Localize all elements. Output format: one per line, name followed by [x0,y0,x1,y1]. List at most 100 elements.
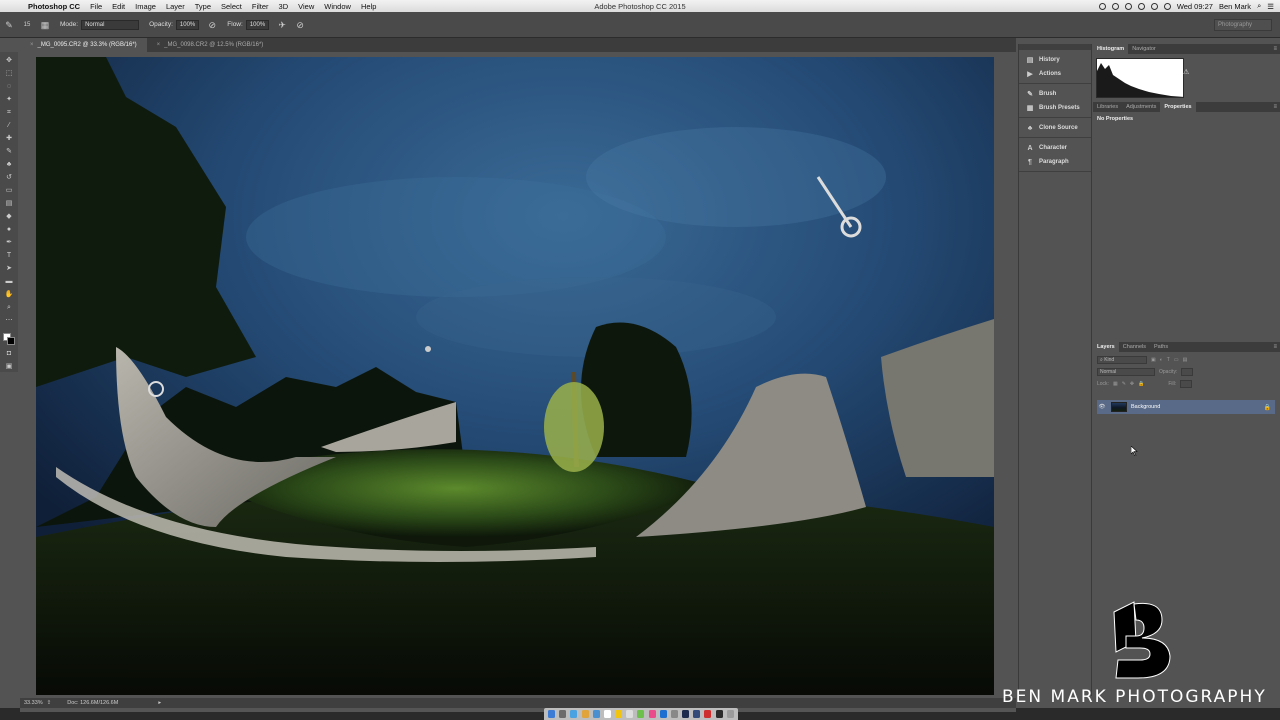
brush-panel-toggle-icon[interactable]: ▦ [39,19,51,31]
type-tool-icon[interactable]: T [4,251,14,260]
airbrush-icon[interactable]: ✈ [276,19,288,31]
blend-mode-select[interactable]: Normal [1097,368,1155,376]
document-image[interactable] [36,57,994,695]
brush-size-picker[interactable]: 15 [21,19,33,31]
appstore-icon[interactable] [659,710,667,718]
terminal-icon[interactable] [715,710,723,718]
layer-lock-icon[interactable]: 🔒 [1264,404,1271,411]
healing-tool-icon[interactable]: ✚ [4,134,14,143]
messages-icon[interactable] [637,710,645,718]
filter-adjust-icon[interactable]: ◐ [1160,357,1163,363]
close-icon[interactable]: × [157,42,161,48]
lock-position-icon[interactable]: ✥ [1130,381,1134,387]
document-size[interactable]: Doc: 126.6M/126.6M [67,700,118,706]
trash-icon[interactable] [726,710,734,718]
notification-icon[interactable]: ☰ [1267,2,1274,11]
acrobat-icon[interactable] [704,710,712,718]
finder-icon[interactable] [548,710,556,718]
layer-thumbnail[interactable] [1111,402,1127,412]
menu-view[interactable]: View [298,2,314,11]
menu-app-name[interactable]: Photoshop CC [28,2,80,11]
tab-navigator[interactable]: Navigator [1128,44,1160,54]
panel-button-character[interactable]: A Character [1019,141,1091,155]
move-tool-icon[interactable]: ✥ [4,56,14,65]
layer-row-background[interactable]: 👁 Background 🔒 [1097,400,1275,414]
battery-icon[interactable] [1163,2,1171,10]
photoshop-icon[interactable] [682,710,690,718]
tab-document-2[interactable]: × _MG_0098.CR2 @ 12.5% (RGB/16*) [147,38,274,52]
screen-mode-icon[interactable]: ▣ [4,362,14,371]
shape-tool-icon[interactable]: ▬ [4,277,14,286]
pen-tool-icon[interactable]: ✒ [4,238,14,247]
extra-tools-icon[interactable]: ⋯ [4,316,14,325]
menu-3d[interactable]: 3D [279,2,289,11]
sync-icon[interactable] [1111,2,1119,10]
layer-opacity-input[interactable] [1181,368,1194,376]
horizontal-scrollbar[interactable] [20,708,1016,712]
panel-menu-icon[interactable]: ≡ [1273,342,1277,352]
close-icon[interactable]: × [30,42,34,48]
panel-menu-icon[interactable]: ≡ [1273,44,1277,54]
panel-button-clone-source[interactable]: ♣ Clone Source [1019,121,1091,135]
visibility-eye-icon[interactable]: 👁 [1097,404,1107,410]
wifi-icon[interactable] [1137,2,1145,10]
menu-filter[interactable]: Filter [252,2,269,11]
status-menu-arrow-icon[interactable]: ▸ [158,700,161,706]
quick-mask-icon[interactable]: ◘ [4,349,14,358]
pressure-size-icon[interactable]: ⊘ [294,19,306,31]
eraser-tool-icon[interactable]: ▭ [4,186,14,195]
panel-button-history[interactable]: ▤ History [1019,53,1091,67]
history-brush-tool-icon[interactable]: ↺ [4,173,14,182]
menu-type[interactable]: Type [195,2,211,11]
safari-icon[interactable] [570,710,578,718]
eyedropper-tool-icon[interactable]: ⁄ [4,121,14,130]
share-icon[interactable]: ⇪ [47,700,52,706]
panel-button-brush-presets[interactable]: ▦ Brush Presets [1019,101,1091,115]
tab-layers[interactable]: Layers [1093,342,1119,352]
tab-adjustments[interactable]: Adjustments [1122,102,1160,112]
lock-paint-icon[interactable]: ✎ [1122,381,1126,387]
lightroom-icon[interactable] [693,710,701,718]
lock-all-icon[interactable]: 🔒 [1138,381,1144,387]
calendar-icon[interactable] [603,710,611,718]
menu-help[interactable]: Help [361,2,376,11]
filter-shape-icon[interactable]: ▭ [1174,357,1179,363]
zoom-level[interactable]: 33.33% [24,700,43,706]
fill-input[interactable] [1180,380,1193,388]
tab-paths[interactable]: Paths [1150,342,1172,352]
zoom-tool-icon[interactable]: ⌕ [4,303,14,312]
panel-button-actions[interactable]: ▶ Actions [1019,67,1091,81]
panel-button-brush[interactable]: ✎ Brush [1019,87,1091,101]
flow-input[interactable]: 100% [245,19,270,30]
menu-edit[interactable]: Edit [112,2,125,11]
clock[interactable]: Wed 09:27 [1177,2,1213,11]
dodge-tool-icon[interactable]: ● [4,225,14,234]
workspace-switcher[interactable]: Photography [1214,19,1272,31]
tab-channels[interactable]: Channels [1119,342,1150,352]
menu-file[interactable]: File [90,2,102,11]
lasso-tool-icon[interactable]: ◌ [4,82,14,91]
brush-tool-icon[interactable]: ✎ [3,19,15,31]
panel-button-paragraph[interactable]: ¶ Paragraph [1019,155,1091,169]
menu-select[interactable]: Select [221,2,242,11]
layer-name[interactable]: Background [1131,404,1160,410]
mail-icon[interactable] [592,710,600,718]
notes-icon[interactable] [615,710,623,718]
launchpad-icon[interactable] [559,710,567,718]
spotlight-icon[interactable]: ⌕ [1257,1,1261,11]
blur-tool-icon[interactable]: ◆ [4,212,14,221]
background-color-swatch[interactable] [7,337,15,345]
path-select-tool-icon[interactable]: ➤ [4,264,14,273]
brush-tool-icon[interactable]: ✎ [4,147,14,156]
warning-icon[interactable]: ⚠ [1183,68,1189,76]
preferences-icon[interactable] [670,710,678,718]
mode-select[interactable]: Normal [81,19,140,30]
tab-properties[interactable]: Properties [1160,102,1196,112]
tab-libraries[interactable]: Libraries [1093,102,1122,112]
panel-menu-icon[interactable]: ≡ [1273,102,1277,112]
hand-tool-icon[interactable]: ✋ [4,290,14,299]
menu-image[interactable]: Image [135,2,156,11]
menu-window[interactable]: Window [324,2,351,11]
filter-smart-icon[interactable]: ▤ [1183,357,1188,363]
chrome-icon[interactable] [581,710,589,718]
